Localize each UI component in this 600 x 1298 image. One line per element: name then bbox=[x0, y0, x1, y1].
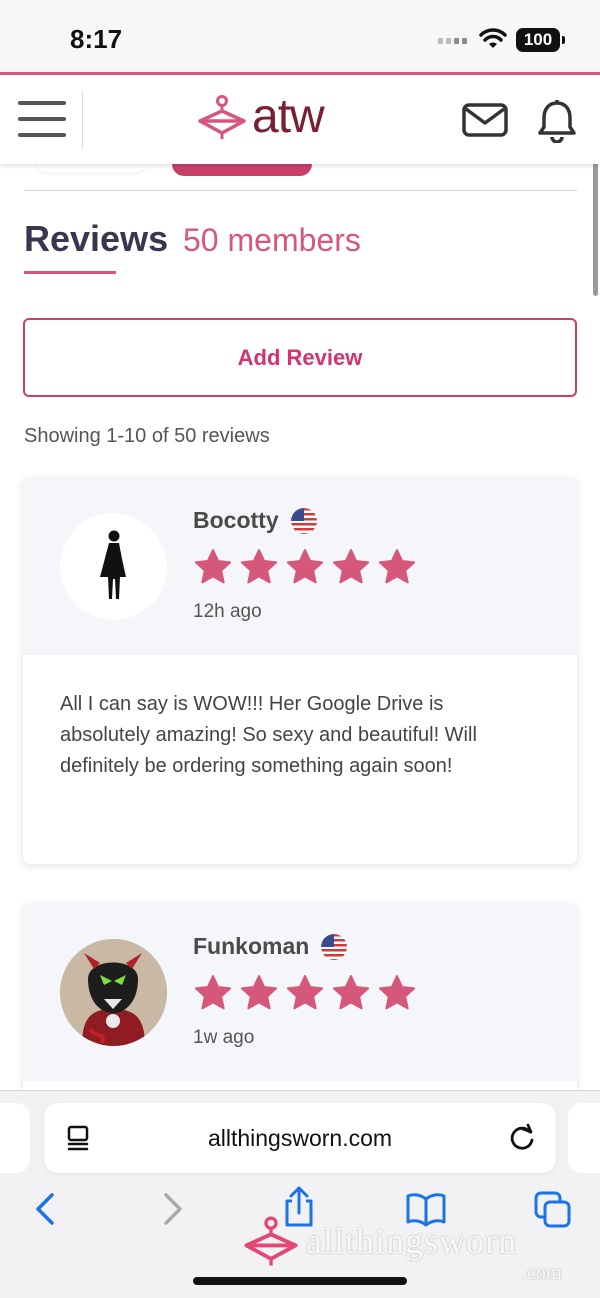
star-icon bbox=[194, 975, 232, 1010]
app-header: atw bbox=[0, 72, 600, 164]
review-card: Bocotty 12h ago All I can say is WOW!!! … bbox=[23, 477, 577, 864]
star-icon bbox=[378, 975, 416, 1010]
title-underline bbox=[24, 271, 116, 274]
cellular-signal-icon bbox=[438, 38, 467, 44]
star-icon bbox=[332, 549, 370, 584]
reviews-title: Reviews bbox=[24, 218, 169, 259]
review-card-header: Bocotty 12h ago bbox=[23, 477, 577, 655]
chevron-left-icon bbox=[36, 1193, 54, 1225]
notification-bell-icon[interactable] bbox=[536, 99, 578, 143]
chevron-right-icon bbox=[164, 1193, 182, 1225]
address-bar[interactable]: allthingsworn.com bbox=[44, 1103, 556, 1173]
menu-icon[interactable] bbox=[18, 101, 66, 139]
reviews-count: 50 members bbox=[183, 222, 361, 258]
star-icon bbox=[194, 549, 232, 584]
site-logo[interactable]: atw bbox=[196, 89, 325, 144]
status-time: 8:17 bbox=[70, 24, 123, 54]
female-silhouette-icon bbox=[100, 530, 126, 599]
star-icon bbox=[240, 975, 278, 1010]
section-divider bbox=[24, 190, 577, 191]
figure-avatar-icon bbox=[60, 939, 167, 1046]
review-time: 12h ago bbox=[193, 601, 262, 622]
reload-icon[interactable] bbox=[508, 1123, 536, 1153]
hanger-watermark-icon bbox=[244, 1216, 298, 1266]
reviewer-name[interactable]: Bocotty bbox=[193, 507, 317, 534]
tabs-button[interactable] bbox=[534, 1191, 572, 1234]
mail-icon[interactable] bbox=[462, 103, 508, 137]
review-card-header: Funkoman 1w ago bbox=[23, 903, 577, 1081]
watermark-text: allthingsworn bbox=[306, 1221, 517, 1261]
home-indicator[interactable] bbox=[193, 1277, 407, 1285]
wifi-icon bbox=[479, 28, 507, 48]
previous-tab[interactable] bbox=[0, 1103, 30, 1173]
star-icon bbox=[332, 975, 370, 1010]
avatar[interactable] bbox=[60, 513, 167, 620]
review-card: Funkoman 1w ago bbox=[23, 903, 577, 1103]
review-time: 1w ago bbox=[193, 1027, 255, 1048]
battery-indicator: 100 bbox=[516, 28, 565, 52]
reviewer-name[interactable]: Funkoman bbox=[193, 933, 348, 960]
star-icon bbox=[286, 549, 324, 584]
us-flag-icon bbox=[321, 933, 348, 960]
add-review-button[interactable]: Add Review bbox=[23, 318, 577, 397]
watermark: allthingsworn bbox=[242, 1212, 517, 1270]
star-rating bbox=[193, 973, 417, 1013]
star-icon bbox=[378, 549, 416, 584]
review-text: All I can say is WOW!!! Her Google Drive… bbox=[60, 693, 477, 777]
showing-count: Showing 1-10 of 50 reviews bbox=[24, 425, 270, 447]
logo-text: atw bbox=[252, 90, 325, 143]
star-rating bbox=[193, 547, 417, 587]
back-button[interactable] bbox=[34, 1191, 56, 1232]
tabs-icon bbox=[534, 1191, 571, 1228]
url-text: allthingsworn.com bbox=[207, 1125, 393, 1151]
star-icon bbox=[240, 549, 278, 584]
header-divider bbox=[82, 91, 83, 149]
us-flag-icon bbox=[290, 507, 317, 534]
star-icon bbox=[286, 975, 324, 1010]
forward-button[interactable] bbox=[162, 1191, 184, 1232]
avatar[interactable] bbox=[60, 939, 167, 1046]
next-tab[interactable] bbox=[568, 1103, 600, 1173]
status-bar: 8:17 100 bbox=[0, 0, 600, 72]
hanger-logo-icon bbox=[198, 94, 246, 139]
watermark-suffix: .com bbox=[522, 1262, 562, 1284]
